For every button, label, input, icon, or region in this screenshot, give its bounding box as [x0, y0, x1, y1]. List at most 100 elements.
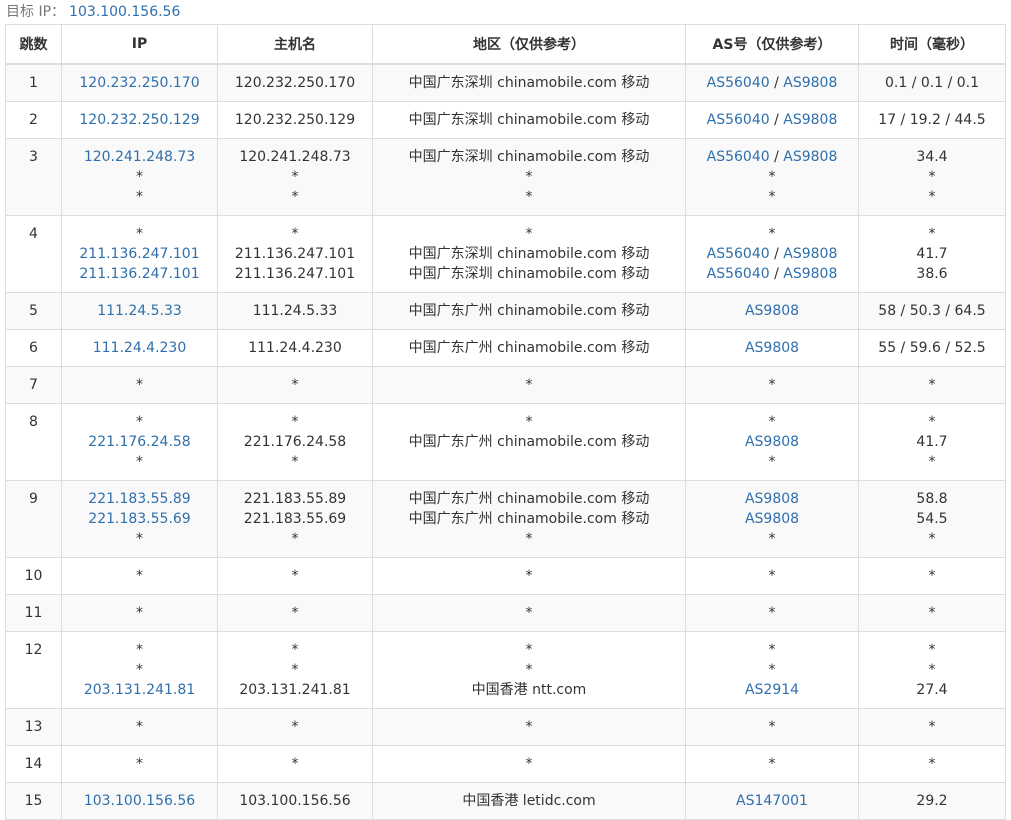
- hop-number: 11: [24, 604, 43, 621]
- time-cell: *: [858, 707, 1006, 746]
- as-link[interactable]: AS56040: [707, 75, 770, 91]
- as-link[interactable]: AS56040: [707, 149, 770, 165]
- hostname-cell: 111.24.5.33: [217, 291, 373, 330]
- ip-cell: *: [61, 744, 218, 783]
- ip-link[interactable]: 221.183.55.69: [62, 509, 217, 529]
- table-row: 15 103.100.156.56 103.100.156.56 中国香港 letid…: [5, 781, 1006, 820]
- time-text: *: [928, 661, 936, 678]
- as-separator: /: [769, 245, 784, 262]
- as-line: AS9808: [686, 301, 858, 321]
- hostname-text: *: [291, 168, 299, 185]
- hop-cell: 15: [5, 781, 62, 820]
- time-text: 55 / 59.6 / 52.5: [878, 339, 986, 356]
- hostname-text: *: [291, 718, 299, 735]
- hostname-text: 211.136.247.101: [234, 265, 356, 282]
- hop-number: 12: [24, 641, 43, 658]
- ip-link[interactable]: 111.24.4.230: [62, 338, 217, 358]
- ip-link[interactable]: 120.241.248.73: [62, 147, 217, 167]
- as-link: *: [768, 376, 776, 393]
- region-cell: *: [372, 593, 686, 632]
- table-row: 4 * 211.136.247.101 211.136.247.101 * 211.136…: [5, 214, 1006, 293]
- ip-link: *: [136, 567, 143, 584]
- as-link[interactable]: AS9808: [783, 246, 837, 262]
- as-link[interactable]: AS9808: [745, 303, 799, 319]
- table-row: 1 120.232.250.170 120.232.250.170 中国广东深圳 ch…: [5, 63, 1006, 102]
- ip-link[interactable]: 221.183.55.89: [62, 489, 217, 509]
- region-cell: 中国广东深圳 chinamobile.com 移动: [372, 100, 686, 139]
- hop-number: 1: [29, 75, 38, 91]
- as-link[interactable]: AS56040: [707, 246, 770, 262]
- as-link[interactable]: AS56040: [707, 112, 770, 128]
- hostname-text: 221.183.55.89: [243, 490, 347, 507]
- time-cell: *: [858, 556, 1006, 595]
- as-line: AS9808: [686, 432, 858, 452]
- table-row: 10 * * * * *: [5, 556, 1006, 595]
- as-link: *: [768, 604, 776, 621]
- hostname-cell: 120.232.250.170: [217, 63, 373, 102]
- ip-link[interactable]: 103.100.156.56: [62, 791, 217, 811]
- time-text: *: [928, 168, 936, 185]
- time-cell: 34.4 * *: [858, 137, 1006, 216]
- time-cell: *: [858, 593, 1006, 632]
- as-link[interactable]: AS9808: [783, 149, 837, 165]
- target-ip-value[interactable]: 103.100.156.56: [69, 4, 180, 20]
- ip-link: *: [136, 530, 143, 547]
- ip-cell: *: [61, 593, 218, 632]
- ip-link[interactable]: 203.131.241.81: [62, 680, 217, 700]
- as-link: *: [768, 413, 776, 430]
- ip-link[interactable]: 120.232.250.170: [62, 73, 217, 93]
- time-text: *: [928, 225, 936, 242]
- region-text: 中国广东深圳 chinamobile.com 移动: [408, 111, 650, 128]
- as-line: *: [686, 640, 858, 660]
- region-cell: *: [372, 365, 686, 404]
- as-link[interactable]: AS2914: [745, 682, 799, 698]
- table-row: 13 * * * * *: [5, 707, 1006, 746]
- region-cell: 中国广东深圳 chinamobile.com 移动: [372, 63, 686, 102]
- time-cell: 58 / 50.3 / 64.5: [858, 291, 1006, 330]
- as-link[interactable]: AS9808: [783, 266, 837, 282]
- as-link: *: [768, 661, 776, 678]
- hop-number: 5: [29, 302, 38, 319]
- as-link[interactable]: AS9808: [783, 75, 837, 91]
- as-link[interactable]: AS9808: [745, 511, 799, 527]
- region-text: *: [525, 376, 533, 393]
- as-line: AS56040 / AS9808: [686, 147, 858, 167]
- as-link[interactable]: AS147001: [736, 793, 808, 809]
- hop-cell: 6: [5, 328, 62, 367]
- ip-link[interactable]: 211.136.247.101: [62, 264, 217, 284]
- col-header-as: AS号（仅供参考）: [685, 24, 859, 65]
- as-line: *: [686, 224, 858, 244]
- region-text: *: [525, 661, 533, 678]
- hostname-text: *: [291, 641, 299, 658]
- hostname-text: 120.232.250.170: [234, 75, 356, 91]
- as-cell: AS147001: [685, 781, 859, 820]
- hop-cell: 2: [5, 100, 62, 139]
- region-cell: * 中国广东广州 chinamobile.com 移动: [372, 402, 686, 481]
- as-link[interactable]: AS9808: [783, 112, 837, 128]
- as-cell: *: [685, 707, 859, 746]
- as-link[interactable]: AS56040: [707, 266, 770, 282]
- ip-link[interactable]: 211.136.247.101: [62, 244, 217, 264]
- as-cell: AS56040 / AS9808: [685, 100, 859, 139]
- table-row: 7 * * * * *: [5, 365, 1006, 404]
- ip-link[interactable]: 120.232.250.129: [62, 110, 217, 130]
- as-link[interactable]: AS9808: [745, 434, 799, 450]
- ip-link[interactable]: 221.176.24.58: [62, 432, 217, 452]
- as-cell: * AS9808 *: [685, 402, 859, 481]
- as-link[interactable]: AS9808: [745, 340, 799, 356]
- ip-link: *: [136, 413, 143, 430]
- time-text: *: [928, 530, 936, 547]
- table-row: 5 111.24.5.33 111.24.5.33 中国广东广州 chinamobil…: [5, 291, 1006, 330]
- as-link[interactable]: AS9808: [745, 491, 799, 507]
- hostname-cell: 103.100.156.56: [217, 781, 373, 820]
- hop-cell: 5: [5, 291, 62, 330]
- as-separator: /: [769, 75, 784, 91]
- ip-cell: * 211.136.247.101 211.136.247.101: [61, 214, 218, 293]
- as-cell: AS9808: [685, 328, 859, 367]
- region-text: 中国香港 letidc.com: [462, 792, 596, 809]
- hostname-text: 111.24.4.230: [248, 339, 342, 356]
- region-text: 中国广东深圳 chinamobile.com 移动: [408, 265, 650, 282]
- table-row: 6 111.24.4.230 111.24.4.230 中国广东广州 chinamob…: [5, 328, 1006, 367]
- hostname-text: *: [291, 413, 299, 430]
- ip-link[interactable]: 111.24.5.33: [62, 301, 217, 321]
